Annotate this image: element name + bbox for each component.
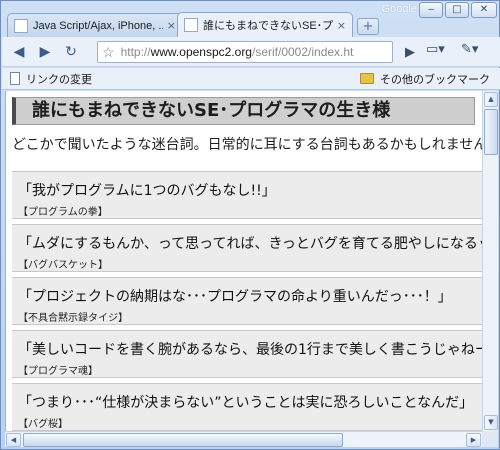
- close-window-button[interactable]: ✕: [471, 2, 497, 18]
- quote-text: 「プロジェクトの納期はな･･･プログラマの命より重いんだっ･･･！」: [18, 289, 452, 305]
- other-bookmarks-label: その他のブックマーク: [380, 73, 490, 86]
- list-item: 「美しいコードを書く腕があるなら、最後の1行まで美しく書こうじゃねーか 【プログ…: [12, 330, 482, 378]
- list-item: 「我がプログラムに1つのバグもなし!!」 【プログラムの拳】: [12, 171, 482, 219]
- horizontal-scrollbar[interactable]: ◀ ▶: [5, 431, 482, 447]
- tab-strip: Java Script/Ajax, iPhone, ... × 誰にもまねできな…: [7, 12, 379, 37]
- page-subtitle: どこかで聞いたような迷台詞。日常的に耳にする台詞もあるかもしれません。: [12, 137, 482, 153]
- quote-text: 「美しいコードを書く腕があるなら、最後の1行まで美しく書こうじゃねーか: [18, 342, 482, 358]
- minimize-button[interactable]: ‒: [419, 2, 443, 18]
- tab-serif[interactable]: 誰にもまねできないSE･プログ... ×: [177, 12, 353, 37]
- vertical-scrollbar[interactable]: ▲ ▼: [482, 91, 498, 431]
- tab-title: 誰にもまねできないSE･プログ...: [203, 20, 333, 32]
- scroll-left-icon[interactable]: ◀: [6, 433, 21, 447]
- browser-window: Google ‒ □ ✕ Java Script/Ajax, iPhone, .…: [0, 0, 500, 450]
- tab-title: Java Script/Ajax, iPhone, ...: [33, 19, 163, 32]
- bookmarks-bar: リンクの変更 その他のブックマーク: [2, 68, 500, 90]
- tools-menu-button[interactable]: ✎▾: [461, 42, 478, 57]
- quote-source: 【プログラムの拳】: [18, 207, 108, 218]
- tab-close-icon[interactable]: ×: [167, 19, 176, 32]
- forward-button[interactable]: ▶: [34, 42, 56, 62]
- navigation-toolbar: ◀ ▶ ↻ ☆ http:// www.openspc2.org /serif/…: [2, 37, 500, 67]
- favicon-icon: [14, 18, 28, 33]
- maximize-button[interactable]: □: [445, 2, 469, 18]
- go-button[interactable]: ▶: [400, 42, 420, 62]
- url-scheme: http://: [120, 45, 151, 59]
- tab-close-icon[interactable]: ×: [337, 19, 346, 32]
- scroll-down-icon[interactable]: ▼: [484, 415, 498, 430]
- quote-source: 【バグバスケット】: [18, 260, 108, 271]
- quote-source: 【プログラマ魂】: [18, 366, 98, 377]
- reload-button[interactable]: ↻: [60, 42, 82, 62]
- page-icon: [10, 72, 20, 85]
- tab-java-script[interactable]: Java Script/Ajax, iPhone, ... ×: [7, 13, 183, 37]
- favicon-icon: [184, 18, 198, 32]
- new-tab-button[interactable]: +: [357, 18, 379, 35]
- url-path: /serif/0002/index.ht: [251, 45, 354, 59]
- title-bar: Google ‒ □ ✕ Java Script/Ajax, iPhone, .…: [1, 1, 500, 37]
- vertical-scroll-thumb[interactable]: [484, 109, 498, 155]
- quote-text: 「ムダにするもんか、って思ってれば、きっとバグを育てる肥やしになるッ: [18, 236, 482, 252]
- bookmark-label: リンクの変更: [26, 73, 92, 86]
- list-item: 「つまり･･･“仕様が決まらない”ということは実に恐ろしいことなんだ」 【バグ桜…: [12, 383, 482, 431]
- list-item: 「ムダにするもんか、って思ってれば、きっとバグを育てる肥やしになるッ 【バグバス…: [12, 224, 482, 272]
- window-controls: ‒ □ ✕: [419, 2, 497, 18]
- list-item: 「プロジェクトの納期はな･･･プログラマの命より重いんだっ･･･！」 【不具合黙…: [12, 277, 482, 325]
- browser-brand: Google: [381, 3, 417, 15]
- bookmark-star-icon[interactable]: ☆: [102, 44, 115, 61]
- url-host: www.openspc2.org: [150, 45, 252, 59]
- horizontal-scroll-thumb[interactable]: [23, 433, 343, 447]
- scroll-right-icon[interactable]: ▶: [466, 433, 481, 447]
- bookmark-link-changes[interactable]: リンクの変更: [10, 71, 92, 87]
- quote-source: 【バグ桜】: [18, 419, 68, 430]
- scrollbar-corner: [482, 431, 498, 447]
- quote-text: 「我がプログラムに1つのバグもなし!!」: [18, 183, 276, 199]
- quote-text: 「つまり･･･“仕様が決まらない”ということは実に恐ろしいことなんだ」: [18, 395, 474, 411]
- quote-list: 「我がプログラムに1つのバグもなし!!」 【プログラムの拳】 「ムダにするもんか…: [12, 171, 482, 431]
- folder-icon: [360, 73, 374, 84]
- page-menu-button[interactable]: ▭▾: [426, 42, 445, 57]
- other-bookmarks[interactable]: その他のブックマーク: [360, 71, 490, 87]
- quote-source: 【不具合黙示録タイジ】: [18, 313, 128, 324]
- address-bar[interactable]: ☆ http:// www.openspc2.org /serif/0002/i…: [97, 41, 393, 63]
- scroll-up-icon[interactable]: ▲: [484, 92, 498, 107]
- page-content: 誰にもまねできないSE･プログラマの生き様 どこかで聞いたような迷台詞。日常的に…: [5, 91, 482, 431]
- page-title: 誰にもまねできないSE･プログラマの生き様: [12, 97, 475, 125]
- back-button[interactable]: ◀: [8, 42, 30, 62]
